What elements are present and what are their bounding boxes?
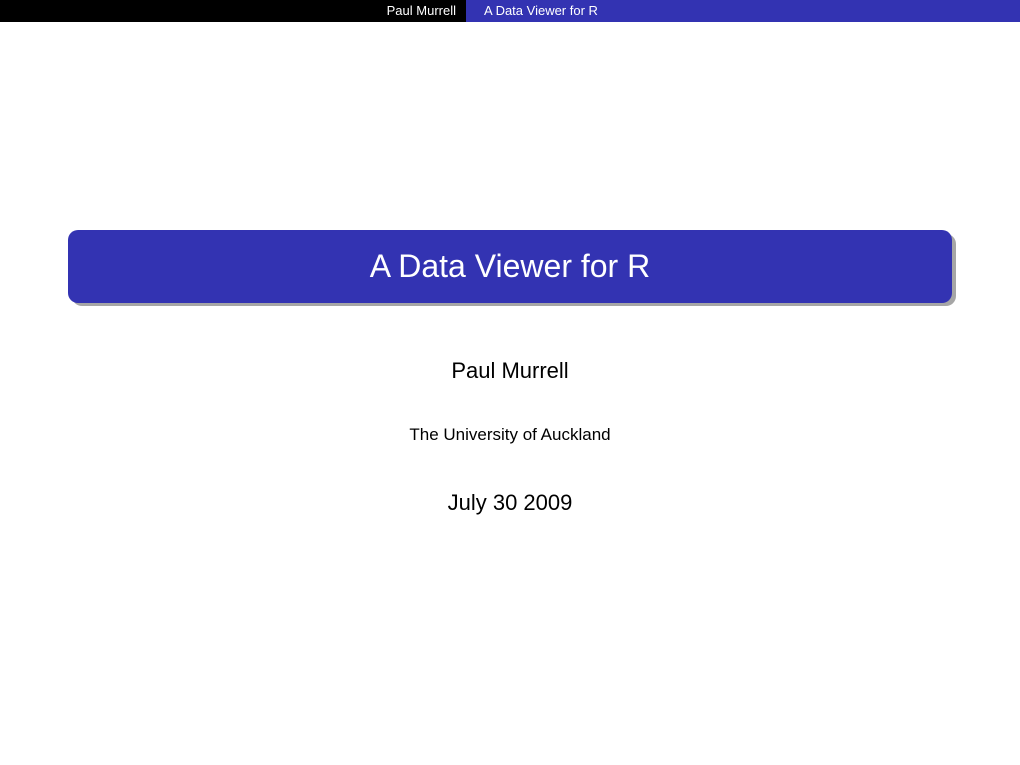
header-author-section: Paul Murrell <box>0 0 466 22</box>
header-bar: Paul Murrell A Data Viewer for R <box>0 0 1020 22</box>
institution-name: The University of Auckland <box>0 425 1020 445</box>
presentation-title: A Data Viewer for R <box>68 230 952 303</box>
header-title-section: A Data Viewer for R <box>466 0 1020 22</box>
author-name: Paul Murrell <box>0 358 1020 384</box>
title-wrapper: A Data Viewer for R <box>68 230 952 303</box>
title-block: A Data Viewer for R <box>68 230 952 303</box>
header-author: Paul Murrell <box>387 3 456 18</box>
presentation-date: July 30 2009 <box>0 490 1020 516</box>
header-title: A Data Viewer for R <box>484 3 598 18</box>
